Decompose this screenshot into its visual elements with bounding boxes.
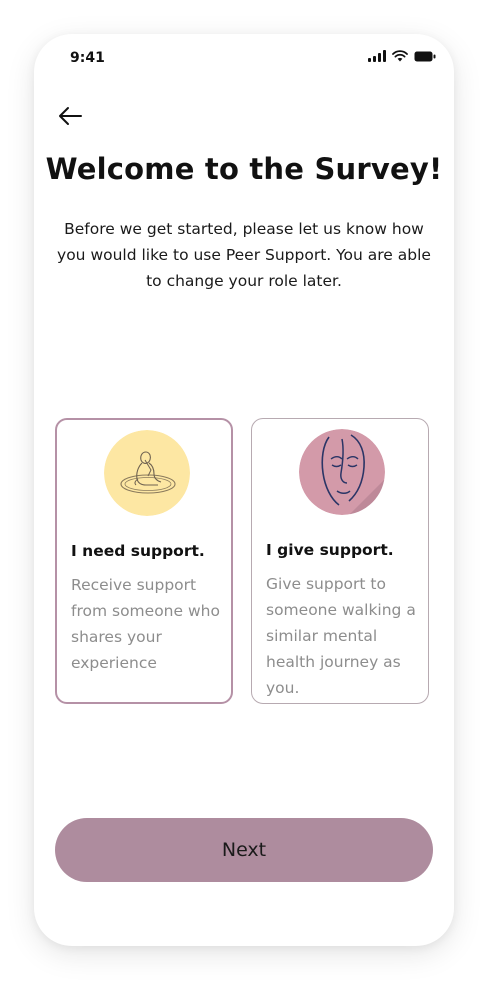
option-card-give-support[interactable]: I give support. Give support to someone …	[251, 418, 429, 704]
next-button[interactable]: Next	[55, 818, 433, 882]
page-title: Welcome to the Survey!	[45, 152, 443, 186]
phone-frame: 9:41 Welcome to the Survey! Before we ge…	[34, 34, 454, 946]
option-title: I give support.	[266, 541, 394, 559]
page-subtitle: Before we get started, please let us kno…	[57, 220, 431, 290]
signal-icon	[368, 50, 386, 62]
face-line-art-illustration	[299, 429, 385, 515]
wifi-icon	[392, 50, 408, 62]
option-description: Receive support from someone who shares …	[71, 576, 220, 672]
battery-icon	[414, 51, 436, 61]
arrow-left-icon	[59, 107, 82, 125]
status-icons	[368, 50, 436, 62]
option-card-need-support[interactable]: I need support. Receive support from som…	[55, 418, 233, 704]
status-time: 9:41	[70, 50, 105, 66]
option-description: Give support to someone walking a simila…	[266, 575, 416, 697]
option-title: I need support.	[71, 542, 205, 560]
status-bar: 9:41	[34, 34, 454, 86]
person-sitting-illustration	[104, 430, 190, 516]
back-button[interactable]	[56, 102, 84, 130]
